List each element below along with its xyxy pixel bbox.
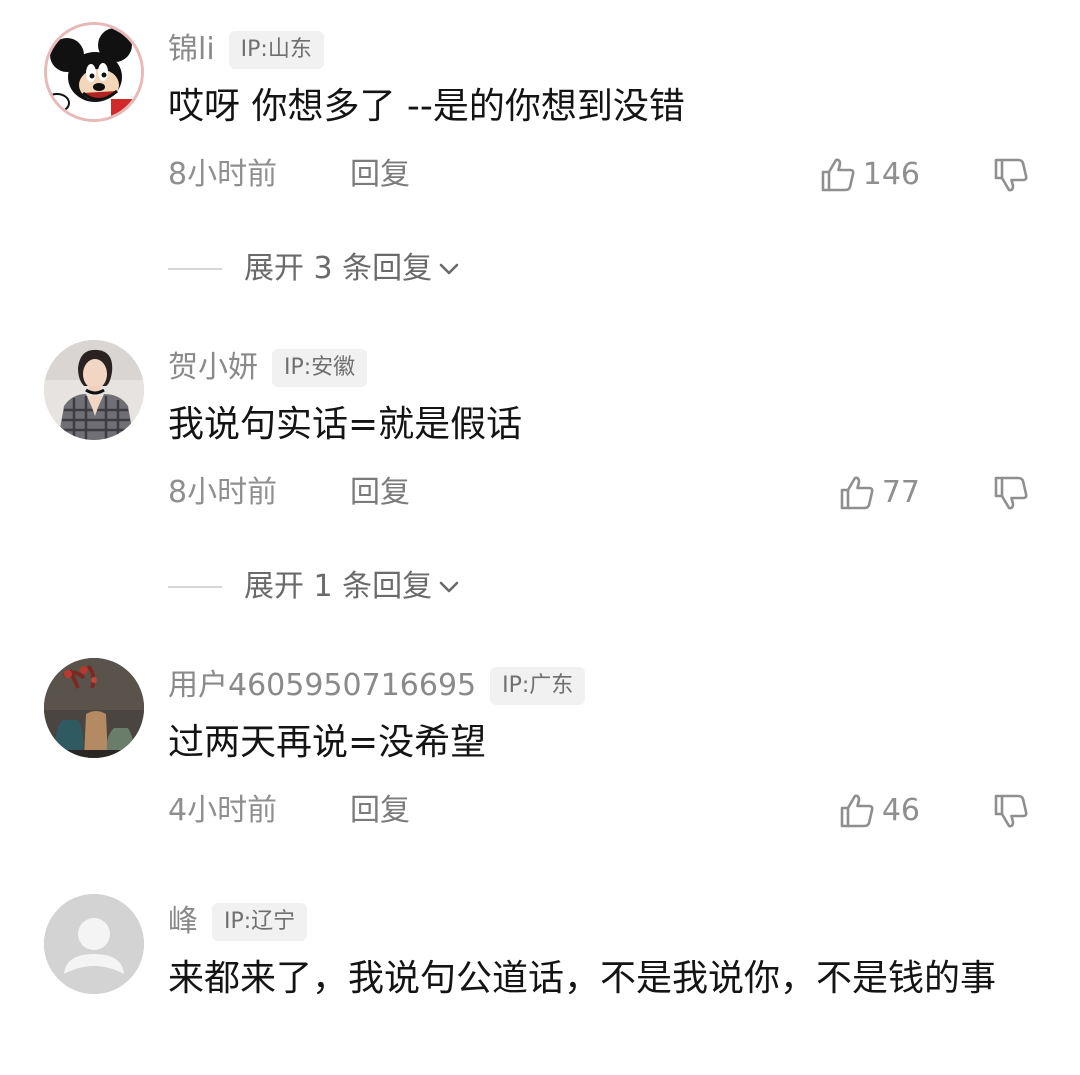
comment-header: 锦li IP:山东 (168, 28, 324, 72)
divider-line (168, 586, 222, 588)
reply-button[interactable]: 回复 (350, 786, 410, 836)
comment-meta: 8小时前 回复 77 (168, 468, 1030, 518)
like-button[interactable]: 77 (838, 468, 920, 518)
like-count: 146 (862, 157, 920, 192)
thumbs-down-icon (994, 476, 1028, 510)
like-button[interactable]: 46 (838, 786, 920, 836)
comment-text: 来都来了，我说句公道话，不是我说你，不是钱的事 (168, 958, 997, 999)
like-button[interactable]: 146 (819, 150, 920, 200)
ip-location-tag: IP:安徽 (272, 349, 368, 387)
timestamp: 8小时前 (168, 157, 278, 192)
timestamp: 8小时前 (168, 475, 278, 510)
vase-still-life-icon (44, 658, 144, 758)
user-avatar[interactable] (44, 894, 144, 994)
woman-portrait-icon (44, 340, 144, 440)
chevron-down-icon (439, 263, 459, 275)
username[interactable]: 锦li (168, 28, 215, 72)
chevron-down-icon (439, 581, 459, 593)
reply-button[interactable]: 回复 (350, 150, 410, 200)
like-count: 77 (881, 475, 920, 510)
dislike-button[interactable] (992, 156, 1030, 194)
expand-replies-button[interactable]: 展开 1 条回复 (168, 562, 462, 612)
thumbs-up-icon (840, 476, 874, 510)
username[interactable]: 峰 (168, 900, 198, 944)
ip-location-tag: IP:山东 (228, 31, 324, 69)
comment-meta: 4小时前 回复 46 (168, 786, 1030, 836)
expand-replies-button[interactable]: 展开 3 条回复 (168, 244, 462, 294)
thumbs-up-icon (821, 158, 855, 192)
username[interactable]: 贺小妍 (168, 346, 258, 390)
like-count: 46 (881, 793, 920, 828)
reply-button[interactable]: 回复 (350, 468, 410, 518)
comment-meta: 8小时前 回复 146 (168, 150, 1030, 200)
dislike-button[interactable] (992, 474, 1030, 512)
default-user-icon (44, 894, 144, 994)
divider-line (168, 268, 222, 270)
comment-text: 哎呀 你想多了 --是的你想到没错 (168, 86, 685, 127)
thumbs-down-icon (994, 794, 1028, 828)
user-avatar[interactable] (44, 340, 144, 440)
comment-header: 用户4605950716695 IP:广东 (168, 664, 586, 708)
dislike-button[interactable] (992, 792, 1030, 830)
thumbs-down-icon (994, 158, 1028, 192)
user-avatar[interactable] (44, 22, 144, 122)
mickey-mouse-icon (47, 25, 141, 119)
username[interactable]: 用户4605950716695 (168, 664, 476, 708)
user-avatar[interactable] (44, 658, 144, 758)
expand-replies-label: 展开 3 条回复 (244, 251, 433, 286)
comment-header: 贺小妍 IP:安徽 (168, 346, 368, 390)
ip-location-tag: IP:广东 (490, 667, 586, 705)
comment-text: 我说句实话=就是假话 (168, 404, 523, 445)
ip-location-tag: IP:辽宁 (212, 903, 308, 941)
comment-text: 过两天再说=没希望 (168, 722, 487, 763)
thumbs-up-icon (840, 794, 874, 828)
timestamp: 4小时前 (168, 793, 278, 828)
comment-header: 峰 IP:辽宁 (168, 900, 308, 944)
expand-replies-label: 展开 1 条回复 (244, 569, 433, 604)
